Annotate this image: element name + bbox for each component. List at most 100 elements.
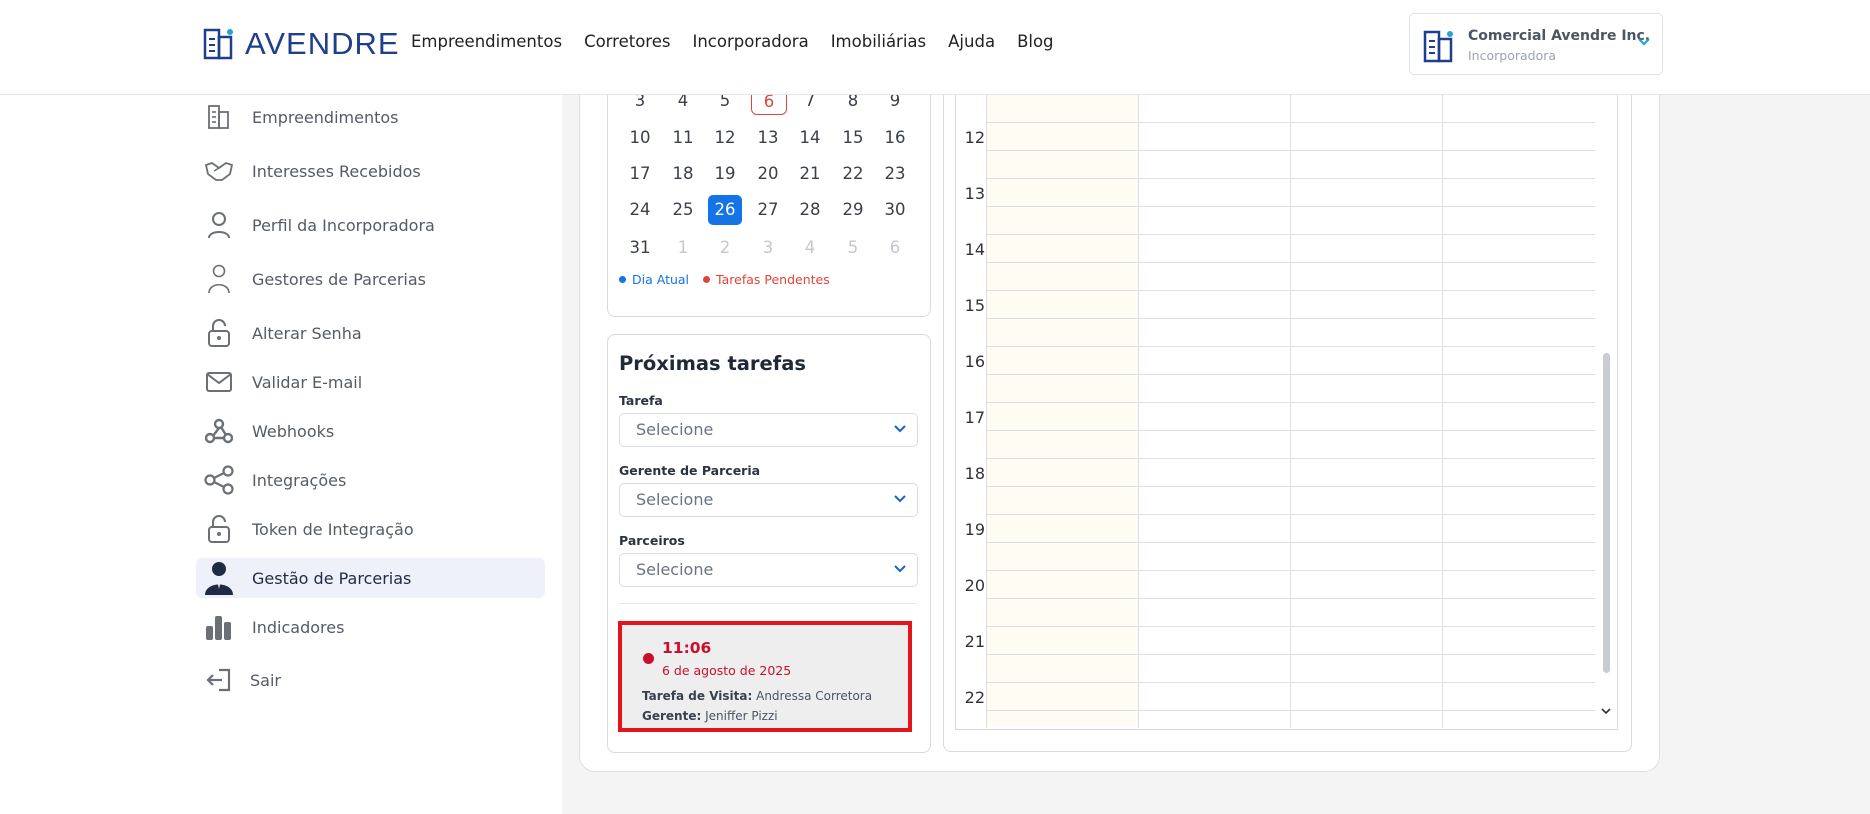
filter-partners-label: Parceiros — [619, 533, 685, 548]
brand-logo[interactable]: AVENDRE — [203, 26, 400, 62]
calendar-day[interactable]: 12 — [708, 126, 742, 150]
sidebar-item-label: Validar E-mail — [252, 372, 363, 392]
schedule-hour-label: 13 — [964, 184, 985, 203]
building-icon — [204, 102, 234, 132]
legend-today: Dia Atual — [619, 272, 689, 287]
calendar-day[interactable]: 18 — [666, 162, 700, 186]
nav-empreendimentos[interactable]: Empreendimentos — [411, 32, 562, 51]
sidebar-item-gestao-parcerias[interactable]: Gestão de Parcerias — [196, 558, 545, 598]
task-type-value: Andressa Corretora — [756, 689, 873, 703]
chevron-down-icon — [894, 565, 906, 573]
schedule-column-line — [986, 94, 987, 728]
filter-task-placeholder: Selecione — [636, 420, 714, 439]
account-role: Incorporadora — [1468, 48, 1557, 63]
sidebar-item-label: Sair — [250, 670, 281, 690]
calendar-day[interactable]: 1 — [666, 236, 700, 260]
task-manager-line: Gerente: Jeniffer Pizzi — [642, 709, 778, 723]
unlock-icon — [204, 318, 234, 348]
nav-blog[interactable]: Blog — [1017, 32, 1053, 51]
chevron-down-icon — [894, 495, 906, 503]
task-card[interactable]: 11:06 6 de agosto de 2025 Tarefa de Visi… — [618, 621, 912, 732]
sidebar-item-perfil-incorporadora[interactable]: Perfil da Incorporadora — [196, 205, 545, 245]
calendar-day[interactable]: 28 — [793, 198, 827, 222]
filter-manager-label: Gerente de Parceria — [619, 463, 761, 478]
schedule-column-line — [1442, 94, 1443, 728]
account-menu[interactable]: Comercial Avendre Inc. Incorporadora — [1409, 13, 1663, 75]
calendar-day[interactable]: 2 — [708, 236, 742, 260]
bar-chart-icon — [204, 612, 234, 642]
sidebar-item-alterar-senha[interactable]: Alterar Senha — [196, 313, 545, 353]
calendar-day[interactable]: 16 — [878, 126, 912, 150]
sidebar-item-webhooks[interactable]: Webhooks — [196, 411, 545, 451]
calendar-day[interactable]: 25 — [666, 198, 700, 222]
webhook-icon — [204, 416, 234, 446]
pending-dot-icon — [703, 276, 711, 283]
chevron-down-icon[interactable] — [1600, 705, 1612, 717]
chevron-down-icon — [894, 425, 906, 433]
schedule-column-line — [1290, 94, 1291, 728]
calendar-day[interactable]: 15 — [836, 126, 870, 150]
user-outline-icon — [204, 264, 234, 294]
filter-partners-placeholder: Selecione — [636, 560, 714, 579]
schedule-today-column — [987, 94, 1138, 727]
calendar-day[interactable]: 11 — [666, 126, 700, 150]
calendar-day[interactable]: 22 — [836, 162, 870, 186]
sidebar-item-validar-email[interactable]: Validar E-mail — [196, 362, 545, 402]
nav-corretores[interactable]: Corretores — [584, 32, 670, 51]
filter-task-label: Tarefa — [619, 393, 663, 408]
legend-today-label: Dia Atual — [632, 272, 690, 287]
calendar-day[interactable]: 4 — [793, 236, 827, 260]
nav-incorporadora[interactable]: Incorporadora — [692, 32, 808, 51]
calendar-day[interactable]: 26 — [708, 195, 742, 225]
account-name: Comercial Avendre Inc. — [1468, 28, 1651, 44]
calendar-day[interactable]: 17 — [623, 162, 657, 186]
sidebar-item-indicadores[interactable]: Indicadores — [196, 607, 545, 647]
sidebar-item-integracoes[interactable]: Integrações — [196, 460, 545, 500]
calendar-day[interactable]: 13 — [751, 126, 785, 150]
sidebar-item-label: Gestores de Parcerias — [252, 269, 426, 289]
filter-task-select[interactable]: Selecione — [619, 413, 918, 447]
task-type-label: Tarefa de Visita: — [642, 689, 753, 703]
calendar-day[interactable]: 10 — [623, 126, 657, 150]
sidebar-item-label: Interesses Recebidos — [252, 161, 421, 181]
calendar-day[interactable]: 31 — [623, 236, 657, 260]
sidebar-item-empreendimentos[interactable]: Empreendimentos — [196, 97, 545, 137]
calendar-day[interactable]: 14 — [793, 126, 827, 150]
schedule-hour-label: 12 — [964, 128, 985, 147]
filter-manager-select[interactable]: Selecione — [619, 483, 918, 517]
calendar-day[interactable]: 19 — [708, 162, 742, 186]
schedule-hour-label: 17 — [964, 408, 985, 427]
filter-partners-select[interactable]: Selecione — [619, 553, 918, 587]
sidebar-item-token-integracao[interactable]: Token de Integração — [196, 509, 545, 549]
calendar-day[interactable]: 6 — [878, 236, 912, 260]
today-dot-icon — [619, 276, 626, 283]
calendar-day[interactable]: 23 — [878, 162, 912, 186]
schedule-hour-label: 18 — [964, 464, 985, 483]
calendar-day[interactable]: 29 — [836, 198, 870, 222]
schedule-scrollbar[interactable] — [1603, 353, 1610, 673]
schedule-hour-label: 14 — [964, 240, 985, 259]
nav-imobiliarias[interactable]: Imobiliárias — [831, 32, 926, 51]
calendar-day[interactable]: 5 — [836, 236, 870, 260]
sidebar-item-label: Webhooks — [252, 421, 335, 441]
sidebar-item-sair[interactable]: Sair — [196, 660, 545, 700]
schedule-hour-label: 19 — [964, 520, 985, 539]
calendar-day[interactable]: 24 — [623, 198, 657, 222]
mail-icon — [204, 367, 234, 397]
calendar-day[interactable]: 20 — [751, 162, 785, 186]
schedule-hour-label: 16 — [964, 352, 985, 371]
filter-manager-placeholder: Selecione — [636, 490, 714, 509]
upcoming-tasks-title: Próximas tarefas — [619, 352, 807, 375]
sidebar-item-interesses-recebidos[interactable]: Interesses Recebidos — [196, 151, 545, 191]
nav-ajuda[interactable]: Ajuda — [948, 32, 995, 51]
sidebar-item-label: Gestão de Parcerias — [252, 568, 412, 588]
calendar-day[interactable]: 27 — [751, 198, 785, 222]
calendar-day[interactable]: 21 — [793, 162, 827, 186]
task-time: 11:06 — [662, 639, 712, 657]
calendar-day[interactable]: 3 — [751, 236, 785, 260]
calendar-day[interactable]: 30 — [878, 198, 912, 222]
schedule-hour-label: 22 — [964, 688, 985, 707]
brand-name: AVENDRE — [245, 26, 400, 61]
sidebar-item-gestores-parcerias[interactable]: Gestores de Parcerias — [196, 259, 545, 299]
handshake-icon — [204, 156, 234, 186]
